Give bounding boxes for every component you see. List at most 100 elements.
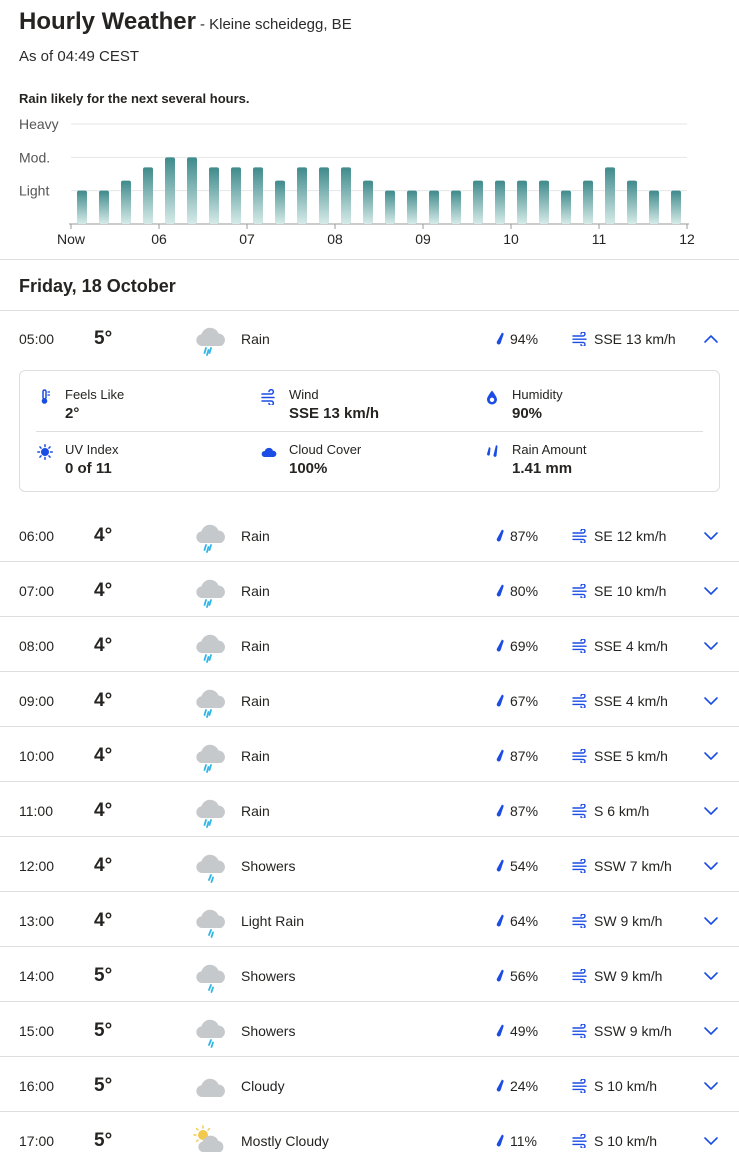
hourly-row[interactable]: 06:00 4° Rain 87% SE 12 km/h (0, 508, 739, 563)
hour-time: 08:00 (19, 637, 55, 654)
showers-icon (196, 909, 225, 938)
hour-precip-chance: 54% (510, 857, 539, 874)
chevron-down-icon[interactable] (703, 696, 719, 706)
precip-drop-icon (496, 332, 504, 344)
hour-precip-chance: 94% (510, 330, 539, 347)
chart-bar (649, 190, 659, 224)
chevron-down-icon[interactable] (703, 586, 719, 596)
precipitation-chart: Heavy Mod. Light Now 06 07 08 09 10 11 12 (0, 118, 739, 258)
hour-condition: Showers (241, 857, 296, 874)
hour-precip-chance: 49% (510, 1022, 539, 1039)
chevron-down-icon[interactable] (703, 971, 719, 981)
rain-icon (196, 579, 225, 608)
precip-drop-icon (496, 969, 504, 981)
hour-wind: S 10 km/h (594, 1132, 658, 1149)
chart-bar (429, 190, 439, 224)
hourly-row[interactable]: 08:00 4° Rain 69% SSE 4 km/h (0, 618, 739, 673)
hour-wind: SE 10 km/h (594, 582, 667, 599)
chevron-down-icon[interactable] (703, 1136, 719, 1146)
hour-time: 07:00 (19, 582, 55, 599)
precip-drop-icon (496, 694, 504, 706)
hourly-row[interactable]: 14:00 5° Showers 56% SW 9 km/h (0, 948, 739, 1003)
hour-condition: Rain (241, 692, 270, 709)
hour-precip-chance: 80% (510, 582, 539, 599)
hourly-row[interactable]: 07:00 4° Rain 80% SE 10 km/h (0, 563, 739, 618)
chevron-down-icon[interactable] (703, 531, 719, 541)
chevron-down-icon[interactable] (703, 1026, 719, 1036)
chevron-down-icon[interactable] (703, 751, 719, 761)
chevron-down-icon[interactable] (703, 1081, 719, 1091)
hour-temperature: 5° (94, 1074, 113, 1096)
rain-icon (196, 524, 225, 553)
precip-drop-icon (496, 749, 504, 761)
chart-bar (407, 190, 417, 224)
rain-icon (196, 744, 225, 773)
hour-temperature: 5° (94, 1019, 113, 1041)
chart-x-label: 12 (679, 231, 695, 247)
chart-bar (231, 167, 241, 224)
chart-bar (253, 167, 263, 224)
rain-icon (196, 327, 225, 356)
chart-bar (627, 180, 637, 224)
wind-icon (572, 803, 587, 818)
hour-time: 12:00 (19, 857, 55, 874)
row-divider (0, 1111, 739, 1112)
showers-icon (196, 854, 225, 883)
hour-precip-chance: 69% (510, 637, 539, 654)
detail-label: Cloud Cover (289, 442, 362, 457)
chart-bar (319, 167, 329, 224)
hourly-row[interactable]: 11:00 4° Rain 87% S 6 km/h (0, 783, 739, 838)
hour-time: 14:00 (19, 967, 55, 984)
detail-value: 90% (512, 405, 543, 422)
hour-wind: SSE 4 km/h (594, 692, 668, 709)
row-divider (0, 891, 739, 892)
chart-bar (473, 180, 483, 224)
hour-condition: Rain (241, 582, 270, 599)
hourly-row[interactable]: 05:00 5° Rain 94% SSE 13 km/h (0, 311, 739, 366)
chart-bar (561, 190, 571, 224)
chart-bar (517, 180, 527, 224)
hourly-row[interactable]: 17:00 5° Mostly Cloudy 11% S 10 km/h (0, 1113, 739, 1162)
chart-x-label: 07 (239, 231, 255, 247)
hour-temperature: 5° (94, 1129, 113, 1151)
hourly-row[interactable]: 12:00 4° Showers 54% SSW 7 km/h (0, 838, 739, 893)
hour-condition: Showers (241, 1022, 296, 1039)
chart-bar (605, 167, 615, 224)
chart-bar (341, 167, 351, 224)
precip-drop-icon (496, 584, 504, 596)
chevron-down-icon[interactable] (703, 806, 719, 816)
hour-condition: Mostly Cloudy (241, 1132, 329, 1149)
hour-temperature: 4° (94, 524, 113, 546)
hourly-row[interactable]: 10:00 4° Rain 87% SSE 5 km/h (0, 728, 739, 783)
hour-wind: S 10 km/h (594, 1077, 658, 1094)
hourly-row[interactable]: 16:00 5° Cloudy 24% S 10 km/h (0, 1058, 739, 1113)
rain-icon (196, 689, 225, 718)
hour-wind: SSE 13 km/h (594, 330, 676, 347)
hourly-row[interactable]: 13:00 4° Light Rain 64% SW 9 km/h (0, 893, 739, 948)
hour-time: 11:00 (19, 802, 53, 819)
chevron-up-icon[interactable] (703, 334, 719, 344)
chart-bar (385, 190, 395, 224)
hourly-row[interactable]: 15:00 5° Showers 49% SSW 9 km/h (0, 1003, 739, 1058)
chevron-down-icon[interactable] (703, 641, 719, 651)
chart-bar (297, 167, 307, 224)
detail-label: UV Index (65, 442, 119, 457)
wind-icon (572, 1078, 587, 1093)
row-divider (0, 726, 739, 727)
cloudy-icon (196, 1078, 225, 1097)
hour-temperature: 5° (94, 964, 113, 986)
precip-drop-icon (496, 1134, 504, 1146)
hourly-row[interactable]: 09:00 4° Rain 67% SSE 4 km/h (0, 673, 739, 728)
wind-icon (572, 331, 587, 346)
location-label: - Kleine scheidegg, BE (199, 16, 352, 33)
hour-condition: Rain (241, 527, 270, 544)
row-divider (0, 616, 739, 617)
day-heading: Friday, 18 October (19, 276, 176, 296)
chart-x-label: Now (57, 231, 86, 247)
humidity-drop-icon (487, 390, 497, 405)
chevron-down-icon[interactable] (703, 916, 719, 926)
hour-time: 10:00 (19, 747, 55, 764)
chart-x-label: 06 (151, 231, 167, 247)
wind-icon (572, 1133, 587, 1148)
chevron-down-icon[interactable] (703, 861, 719, 871)
